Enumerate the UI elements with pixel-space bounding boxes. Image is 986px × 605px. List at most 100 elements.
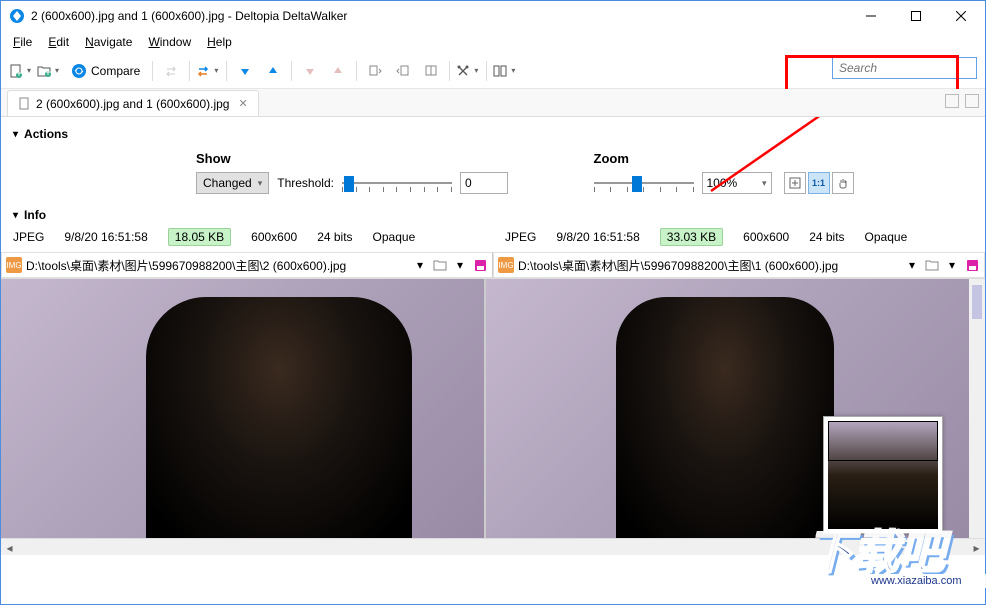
diff-overview-bar[interactable] bbox=[969, 279, 985, 538]
dims-value: 600x600 bbox=[743, 230, 789, 244]
info-right-group: JPEG 9/8/20 16:51:58 33.03 KB 600x600 24… bbox=[505, 228, 973, 246]
image-file-icon: IMG bbox=[498, 257, 514, 273]
zoom-slider[interactable] bbox=[594, 173, 694, 193]
alpha-value: Opaque bbox=[865, 230, 908, 244]
toolbar-separator bbox=[486, 61, 487, 81]
filesize-badge: 18.05 KB bbox=[168, 228, 231, 246]
copy-all-button[interactable] bbox=[419, 59, 443, 83]
threshold-slider[interactable] bbox=[342, 173, 452, 193]
new-folder-button[interactable]: + bbox=[37, 59, 61, 83]
horizontal-scrollbar[interactable]: ◂ ▸ bbox=[1, 538, 985, 555]
close-button[interactable] bbox=[938, 2, 983, 31]
tab-close-button[interactable]: ✕ bbox=[238, 97, 247, 110]
swap-sides-button[interactable] bbox=[196, 59, 220, 83]
compare-area bbox=[1, 278, 985, 538]
navigator-thumbnail[interactable] bbox=[823, 416, 943, 534]
actions-header[interactable]: ▾ Actions bbox=[13, 127, 973, 141]
document-tab[interactable]: 2 (600x600).jpg and 1 (600x600).jpg ✕ bbox=[7, 90, 259, 116]
show-label: Show bbox=[196, 151, 568, 166]
zoom-label: Zoom bbox=[594, 151, 966, 166]
nav-up-blue[interactable] bbox=[261, 59, 285, 83]
menu-navigate[interactable]: Navigate bbox=[77, 33, 140, 51]
alpha-value: Opaque bbox=[373, 230, 416, 244]
collapse-arrow-icon: ▾ bbox=[13, 210, 18, 221]
toolbar-separator bbox=[449, 61, 450, 81]
toolbar-separator bbox=[356, 61, 357, 81]
menu-window[interactable]: Window bbox=[140, 33, 199, 51]
fit-window-button[interactable] bbox=[784, 172, 806, 194]
right-path-input[interactable] bbox=[518, 255, 900, 275]
new-file-button[interactable]: + bbox=[9, 59, 33, 83]
menu-edit[interactable]: Edit bbox=[40, 33, 77, 51]
threshold-value-input[interactable] bbox=[460, 172, 508, 194]
toolbar-separator bbox=[226, 61, 227, 81]
maximize-panel-button[interactable] bbox=[965, 94, 979, 108]
path-dropdown-button[interactable]: ▾ bbox=[412, 257, 428, 273]
actions-section: ▾ Actions Show Changed Threshold: Zoom bbox=[1, 117, 985, 204]
actions-label: Actions bbox=[24, 127, 68, 141]
toolbar-separator bbox=[152, 61, 153, 81]
menu-file[interactable]: File bbox=[5, 33, 40, 51]
compare-button[interactable]: Compare bbox=[65, 59, 146, 83]
file-icon bbox=[18, 97, 31, 110]
svg-text:+: + bbox=[44, 65, 51, 78]
filesize-badge: 33.03 KB bbox=[660, 228, 723, 246]
copy-right-button[interactable] bbox=[391, 59, 415, 83]
swap-button-disabled bbox=[159, 59, 183, 83]
search-wrap bbox=[832, 57, 977, 79]
dims-value: 600x600 bbox=[251, 230, 297, 244]
right-image-pane[interactable] bbox=[486, 279, 969, 538]
right-path-side: IMG ▾ ▾ bbox=[493, 252, 985, 278]
date-value: 9/8/20 16:51:58 bbox=[64, 230, 147, 244]
pan-hand-button[interactable] bbox=[832, 172, 854, 194]
browse-folder-button[interactable] bbox=[432, 257, 448, 273]
nav-down-blue[interactable] bbox=[233, 59, 257, 83]
svg-text:+: + bbox=[15, 66, 22, 78]
info-section: ▾ Info JPEG 9/8/20 16:51:58 18.05 KB 600… bbox=[1, 208, 985, 252]
save-button[interactable] bbox=[472, 257, 488, 273]
nav-down-disabled bbox=[298, 59, 322, 83]
left-image-pane[interactable] bbox=[1, 279, 486, 538]
show-panel: Show Changed Threshold: bbox=[188, 147, 576, 198]
one-to-one-button[interactable]: 1:1 bbox=[808, 172, 830, 194]
scroll-left-button[interactable]: ◂ bbox=[1, 539, 18, 556]
nav-up-disabled bbox=[326, 59, 350, 83]
show-mode-dropdown[interactable]: Changed bbox=[196, 172, 269, 194]
copy-left-button[interactable] bbox=[363, 59, 387, 83]
maximize-button[interactable] bbox=[893, 2, 938, 31]
collapse-arrow-icon: ▾ bbox=[13, 129, 18, 140]
compare-icon bbox=[71, 63, 87, 79]
layout-button[interactable] bbox=[493, 59, 517, 83]
path-dropdown-button[interactable]: ▾ bbox=[944, 257, 960, 273]
threshold-label: Threshold: bbox=[277, 176, 334, 190]
left-path-input[interactable] bbox=[26, 255, 408, 275]
image-file-icon: IMG bbox=[6, 257, 22, 273]
zoom-value-dropdown[interactable]: 100% bbox=[702, 172, 772, 194]
tab-label: 2 (600x600).jpg and 1 (600x600).jpg bbox=[36, 97, 229, 111]
window-title: 2 (600x600).jpg and 1 (600x600).jpg - De… bbox=[31, 9, 848, 23]
format-value: JPEG bbox=[13, 230, 44, 244]
scroll-right-button[interactable]: ▸ bbox=[968, 539, 985, 556]
settings-button[interactable] bbox=[456, 59, 480, 83]
titlebar: 2 (600x600).jpg and 1 (600x600).jpg - De… bbox=[1, 1, 985, 31]
menu-help[interactable]: Help bbox=[199, 33, 240, 51]
path-bar: IMG ▾ ▾ IMG ▾ ▾ bbox=[1, 252, 985, 278]
info-left-group: JPEG 9/8/20 16:51:58 18.05 KB 600x600 24… bbox=[13, 228, 481, 246]
search-input[interactable] bbox=[832, 57, 977, 79]
left-path-side: IMG ▾ ▾ bbox=[1, 252, 493, 278]
toolbar: + + Compare bbox=[1, 53, 985, 89]
toolbar-separator bbox=[189, 61, 190, 81]
path-dropdown-button[interactable]: ▾ bbox=[452, 257, 468, 273]
minimize-panel-button[interactable] bbox=[945, 94, 959, 108]
depth-value: 24 bits bbox=[317, 230, 352, 244]
minimize-button[interactable] bbox=[848, 2, 893, 31]
zoom-panel: Zoom 100% 1:1 bbox=[586, 147, 974, 198]
save-button[interactable] bbox=[964, 257, 980, 273]
menubar: File Edit Navigate Window Help bbox=[1, 31, 985, 53]
toolbar-separator bbox=[291, 61, 292, 81]
depth-value: 24 bits bbox=[809, 230, 844, 244]
path-dropdown-button[interactable]: ▾ bbox=[904, 257, 920, 273]
browse-folder-button[interactable] bbox=[924, 257, 940, 273]
info-header[interactable]: ▾ Info bbox=[13, 208, 973, 222]
app-icon bbox=[9, 8, 25, 24]
